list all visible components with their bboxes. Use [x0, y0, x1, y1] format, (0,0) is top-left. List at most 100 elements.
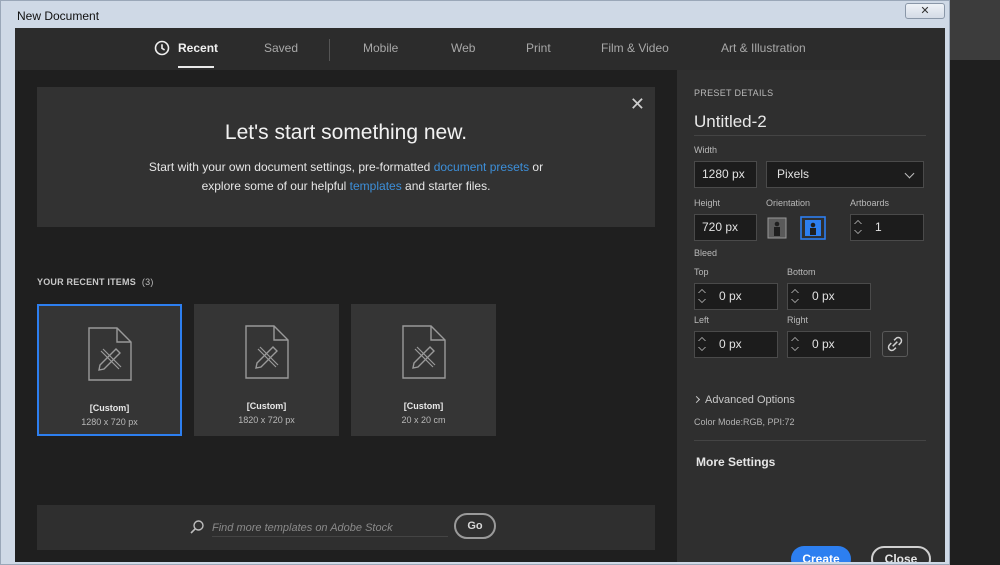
background-panel-right-top [948, 0, 1000, 60]
panel-divider [694, 440, 926, 441]
color-mode-summary: Color Mode:RGB, PPI:72 [694, 417, 795, 427]
new-document-dialog: Recent Saved Mobile Web Print Film & Vid… [15, 28, 945, 562]
banner-text: Start with your own document settings, p… [37, 158, 655, 196]
document-pencil-icon [87, 327, 132, 381]
bleed-top-input[interactable]: 0 px [694, 283, 778, 310]
tab-print[interactable]: Print [526, 41, 551, 55]
recent-items-heading: YOUR RECENT ITEMS (3) [37, 277, 154, 287]
orientation-label: Orientation [766, 198, 811, 208]
units-select[interactable]: Pixels [766, 161, 924, 188]
tab-art-illustration[interactable]: Art & Illustration [721, 41, 806, 55]
templates-link[interactable]: templates [350, 179, 402, 193]
stepper-down-icon[interactable] [698, 347, 706, 351]
bleed-right-stepper[interactable] [791, 334, 801, 355]
document-name-field[interactable]: Untitled-2 [694, 112, 767, 132]
artboards-input[interactable]: 1 [850, 214, 924, 241]
more-settings-button[interactable]: More Settings [696, 455, 775, 469]
tab-web[interactable]: Web [451, 41, 475, 55]
category-tab-bar: Recent Saved Mobile Web Print Film & Vid… [15, 28, 945, 70]
name-underline [694, 135, 926, 136]
bleed-left-stepper[interactable] [698, 334, 708, 355]
units-select-value: Pixels [777, 167, 810, 181]
bleed-bottom-input[interactable]: 0 px [787, 283, 871, 310]
bleed-right-input[interactable]: 0 px [787, 331, 871, 358]
recent-item-card[interactable]: [Custom] 1820 x 720 px [194, 304, 339, 436]
recent-content-area: ✕ Let's start something new. Start with … [15, 70, 677, 562]
stepper-up-icon[interactable] [791, 289, 799, 293]
stepper-down-icon[interactable] [791, 299, 799, 303]
bleed-bottom-value: 0 px [812, 289, 835, 303]
stepper-down-icon[interactable] [791, 347, 799, 351]
tab-divider [329, 39, 330, 61]
recent-item-size: 20 x 20 cm [401, 415, 446, 425]
banner-text-line1-post: or [529, 160, 544, 174]
document-pencil-icon [244, 325, 289, 379]
active-tab-indicator [178, 66, 214, 68]
stepper-up-icon[interactable] [698, 289, 706, 293]
landscape-orientation-icon[interactable] [800, 216, 826, 240]
recent-item-title: [Custom] [246, 401, 287, 411]
bleed-bottom-label: Bottom [787, 267, 816, 277]
bleed-left-value: 0 px [719, 337, 742, 351]
artboards-stepper[interactable] [854, 217, 864, 238]
bleed-right-value: 0 px [812, 337, 835, 351]
document-presets-link[interactable]: document presets [434, 160, 529, 174]
recent-item-size: 1280 x 720 px [81, 417, 138, 427]
stepper-up-icon[interactable] [791, 337, 799, 341]
new-document-window: New Document ✕ Recent Saved Mobile Web P… [0, 0, 950, 565]
window-close-button[interactable]: ✕ [905, 3, 945, 19]
width-input[interactable]: 1280 px [694, 161, 757, 188]
banner-title: Let's start something new. [224, 121, 468, 144]
recent-item-card[interactable]: [Custom] 20 x 20 cm [351, 304, 496, 436]
artboards-value: 1 [875, 220, 882, 234]
recent-item-title: [Custom] [403, 401, 444, 411]
bleed-top-label: Top [694, 267, 709, 277]
recent-items-count: (3) [141, 277, 154, 287]
stepper-down-icon[interactable] [698, 299, 706, 303]
stepper-up-icon[interactable] [698, 337, 706, 341]
document-pencil-icon [401, 325, 446, 379]
bleed-left-label: Left [694, 315, 710, 325]
window-title: New Document [17, 9, 100, 23]
advanced-options-toggle[interactable]: Advanced Options [692, 394, 795, 406]
preset-details-heading: PRESET DETAILS [694, 88, 774, 98]
height-label: Height [694, 198, 721, 208]
search-icon [190, 520, 204, 534]
tab-film-video[interactable]: Film & Video [601, 41, 669, 55]
banner-close-icon[interactable]: ✕ [630, 95, 645, 113]
link-bleed-icon[interactable] [882, 331, 908, 357]
tab-saved[interactable]: Saved [264, 41, 298, 55]
tab-mobile[interactable]: Mobile [363, 41, 398, 55]
go-button[interactable]: Go [454, 513, 496, 539]
bleed-label: Bleed [694, 248, 718, 258]
bleed-top-value: 0 px [719, 289, 742, 303]
stock-search-input[interactable] [212, 519, 448, 537]
bleed-top-stepper[interactable] [698, 286, 708, 307]
bleed-bottom-stepper[interactable] [791, 286, 801, 307]
stock-search-bar: Go [37, 505, 655, 550]
width-label: Width [694, 145, 718, 155]
height-input[interactable]: 720 px [694, 214, 757, 241]
bleed-left-input[interactable]: 0 px [694, 331, 778, 358]
close-button[interactable]: Close [871, 546, 931, 562]
banner-text-line2-pre: explore some of our helpful [201, 179, 350, 193]
tab-recent[interactable]: Recent [178, 41, 218, 55]
bleed-right-label: Right [787, 315, 809, 325]
advanced-options-label: Advanced Options [705, 394, 795, 406]
recent-item-title: [Custom] [89, 403, 130, 413]
banner-text-line2-post: and starter files. [401, 179, 491, 193]
recent-item-card[interactable]: [Custom] 1280 x 720 px [37, 304, 182, 436]
clock-icon [154, 40, 170, 56]
background-panel-right [948, 60, 1000, 565]
create-button[interactable]: Create [791, 546, 851, 562]
portrait-orientation-icon[interactable] [766, 217, 788, 239]
chevron-right-icon [692, 395, 701, 404]
chevron-down-icon [904, 168, 915, 179]
recent-item-size: 1820 x 720 px [238, 415, 295, 425]
stepper-down-icon[interactable] [854, 230, 862, 234]
recent-items-label: YOUR RECENT ITEMS [37, 277, 136, 287]
welcome-banner: ✕ Let's start something new. Start with … [37, 87, 655, 227]
stepper-up-icon[interactable] [854, 220, 862, 224]
banner-text-line1-pre: Start with your own document settings, p… [148, 160, 434, 174]
preset-details-panel: PRESET DETAILS Untitled-2 Width 1280 px … [677, 70, 945, 562]
